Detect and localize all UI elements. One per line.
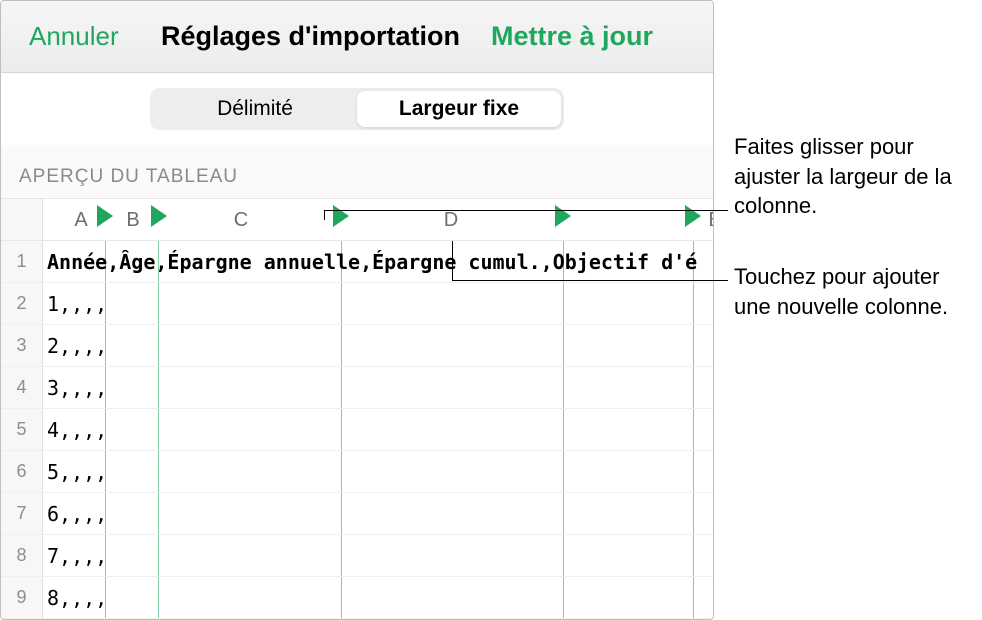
table-row: 8 7,,,, xyxy=(1,535,713,577)
rownum-header-corner xyxy=(1,199,43,240)
row-number: 7 xyxy=(1,493,43,534)
table-row: 4 3,,,, xyxy=(1,367,713,409)
row-number: 6 xyxy=(1,451,43,492)
tab-delimited[interactable]: Délimité xyxy=(153,91,357,127)
column-handle-icon[interactable] xyxy=(97,205,113,227)
row-text: 6,,,, xyxy=(47,493,107,534)
table-row: 6 5,,,, xyxy=(1,451,713,493)
col-label-a: A xyxy=(61,199,101,241)
column-handle-icon[interactable] xyxy=(555,205,571,227)
page-title: Réglages d'importation xyxy=(161,21,460,52)
callout-leader xyxy=(452,280,728,281)
row-number: 2 xyxy=(1,283,43,324)
import-settings-pane: Annuler Réglages d'importation Mettre à … xyxy=(0,0,714,620)
row-number: 8 xyxy=(1,535,43,576)
row-number: 4 xyxy=(1,367,43,408)
row-number: 3 xyxy=(1,325,43,366)
update-button[interactable]: Mettre à jour xyxy=(491,21,653,52)
segmented-control: Délimité Largeur fixe xyxy=(150,88,564,130)
table-row: 1 Année,Âge,Épargne annuelle,Épargne cum… xyxy=(1,241,713,283)
callout-leader xyxy=(324,210,728,211)
column-handle-icon[interactable] xyxy=(333,205,349,227)
callout-leader xyxy=(324,210,325,220)
section-label: APERÇU DU TABLEAU xyxy=(1,145,713,199)
row-text: 5,,,, xyxy=(47,451,107,492)
column-handle-icon[interactable] xyxy=(151,205,167,227)
row-number: 5 xyxy=(1,409,43,450)
column-ruler[interactable]: A B C D E xyxy=(1,199,713,241)
col-label-d: D xyxy=(431,199,471,241)
table-row: 7 6,,,, xyxy=(1,493,713,535)
header-bar: Annuler Réglages d'importation Mettre à … xyxy=(1,1,713,73)
row-text: 8,,,, xyxy=(47,577,107,618)
col-label-b: B xyxy=(113,199,153,241)
table-row: 9 8,,,, xyxy=(1,577,713,619)
cancel-button[interactable]: Annuler xyxy=(29,21,119,52)
tab-fixed-width[interactable]: Largeur fixe xyxy=(357,91,561,127)
table-row: 5 4,,,, xyxy=(1,409,713,451)
section-label-text: APERÇU DU TABLEAU xyxy=(19,166,238,188)
row-text: 7,,,, xyxy=(47,535,107,576)
table-row: 3 2,,,, xyxy=(1,325,713,367)
column-handle-icon[interactable] xyxy=(685,205,701,227)
row-text: 1,,,, xyxy=(47,283,107,324)
callout-leader xyxy=(452,241,453,280)
row-text: 4,,,, xyxy=(47,409,107,450)
col-label-c: C xyxy=(221,199,261,241)
table-preview: A B C D E 1 Année,Âge,Épargne annuelle,É… xyxy=(1,199,713,619)
row-text: Année,Âge,Épargne annuelle,Épargne cumul… xyxy=(47,241,697,282)
row-number: 9 xyxy=(1,577,43,618)
row-number: 1 xyxy=(1,241,43,282)
row-text: 3,,,, xyxy=(47,367,107,408)
table-body: 1 Année,Âge,Épargne annuelle,Épargne cum… xyxy=(1,241,713,619)
table-row: 2 1,,,, xyxy=(1,283,713,325)
row-text: 2,,,, xyxy=(47,325,107,366)
segmented-wrap: Délimité Largeur fixe xyxy=(1,73,713,145)
callout-tap-text: Touchez pour ajouter une nouvelle colonn… xyxy=(734,262,970,321)
callout-drag-text: Faites glisser pour ajuster la largeur d… xyxy=(734,132,970,221)
